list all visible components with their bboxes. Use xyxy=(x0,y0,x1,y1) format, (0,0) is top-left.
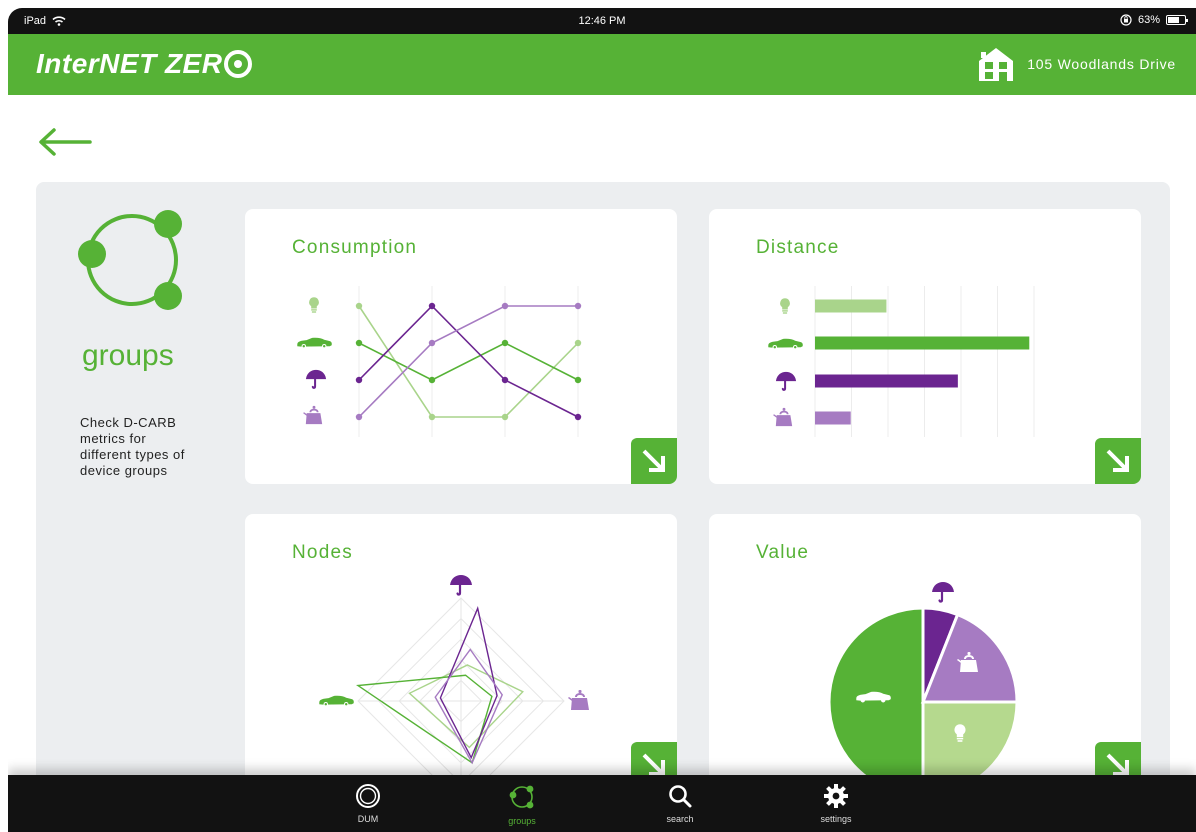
kettle-icon xyxy=(773,407,794,427)
app-header: InterNET ZER 105 Woodlands Drive xyxy=(8,34,1196,95)
gear-icon xyxy=(824,784,848,808)
tab-groups-label: groups xyxy=(508,816,536,826)
consumption-open-button[interactable] xyxy=(631,438,677,484)
bar xyxy=(815,299,887,313)
groups-icon xyxy=(78,210,182,310)
umbrella-icon xyxy=(931,581,955,603)
data-point xyxy=(355,376,363,384)
data-point xyxy=(355,302,363,310)
search-icon xyxy=(669,785,692,808)
bottom-tab-bar: DUM groups search settings xyxy=(8,775,1196,832)
tab-settings[interactable]: settings xyxy=(786,775,886,832)
data-point xyxy=(501,339,509,347)
groups-icon xyxy=(509,785,534,809)
data-point xyxy=(574,302,582,310)
data-point xyxy=(574,376,582,384)
groups-title: groups xyxy=(82,339,174,372)
data-point xyxy=(428,413,436,421)
tab-search-label: search xyxy=(666,814,694,824)
rotation-lock-icon xyxy=(1120,14,1132,26)
radar-series xyxy=(355,674,493,764)
umbrella-icon xyxy=(449,574,473,596)
series-line xyxy=(358,342,579,381)
consumption-chart xyxy=(297,286,582,437)
data-point xyxy=(574,413,582,421)
kettle-icon xyxy=(303,405,324,425)
car-icon xyxy=(319,695,354,707)
data-point xyxy=(428,302,436,310)
logo-target-icon xyxy=(224,50,253,78)
pie-slice xyxy=(827,606,925,798)
battery-icon xyxy=(1166,15,1188,25)
car-icon xyxy=(297,337,332,349)
status-time: 12:46 PM xyxy=(578,15,626,27)
data-point xyxy=(355,413,363,421)
consumption-card[interactable]: Consumption xyxy=(245,209,677,484)
umbrella-icon xyxy=(775,371,797,391)
tab-groups[interactable]: groups xyxy=(472,775,572,832)
car-icon xyxy=(768,338,803,350)
brand-text: InterNET ZER xyxy=(36,48,223,79)
data-point xyxy=(355,339,363,347)
brand-logo[interactable]: InterNET ZER xyxy=(36,48,253,80)
lightbulb-icon xyxy=(309,297,319,313)
status-bar: iPad 12:46 PM 63% xyxy=(8,8,1196,34)
household-address[interactable]: 105 Woodlands Drive xyxy=(977,45,1176,83)
dum-ring-icon xyxy=(356,784,380,808)
data-point xyxy=(501,413,509,421)
lightbulb-icon xyxy=(780,298,790,314)
bar xyxy=(815,374,958,388)
data-point xyxy=(428,339,436,347)
umbrella-icon xyxy=(305,369,327,389)
groups-panel: groups Check D-CARB metrics for differen… xyxy=(36,182,1170,832)
distance-open-button[interactable] xyxy=(1095,438,1141,484)
data-point xyxy=(574,339,582,347)
groups-description: Check D-CARB metrics for different types… xyxy=(80,415,185,478)
tab-search[interactable]: search xyxy=(630,775,730,832)
tab-settings-label: settings xyxy=(820,814,852,824)
bar xyxy=(815,411,851,425)
data-point xyxy=(501,376,509,384)
kettle-icon xyxy=(568,689,590,711)
bar xyxy=(815,336,1030,350)
tab-dum[interactable]: DUM xyxy=(318,775,418,832)
data-point xyxy=(428,376,436,384)
distance-card[interactable]: Distance xyxy=(709,209,1141,484)
address-label: 105 Woodlands Drive xyxy=(1027,56,1176,72)
back-arrow-icon[interactable] xyxy=(36,126,92,158)
groups-sidebar: groups Check D-CARB metrics for differen… xyxy=(72,204,212,479)
tab-dum-label: DUM xyxy=(357,814,379,824)
arrow-down-right-icon xyxy=(1106,449,1129,472)
house-icon xyxy=(979,48,1014,81)
distance-chart xyxy=(768,286,1035,437)
arrow-down-right-icon xyxy=(642,449,665,472)
radar-series xyxy=(408,664,524,749)
data-point xyxy=(501,302,509,310)
battery-percent: 63% xyxy=(1137,14,1160,26)
ipad-screen: iPad 12:46 PM 63% InterNET ZER 105 Woodl… xyxy=(8,8,1196,832)
